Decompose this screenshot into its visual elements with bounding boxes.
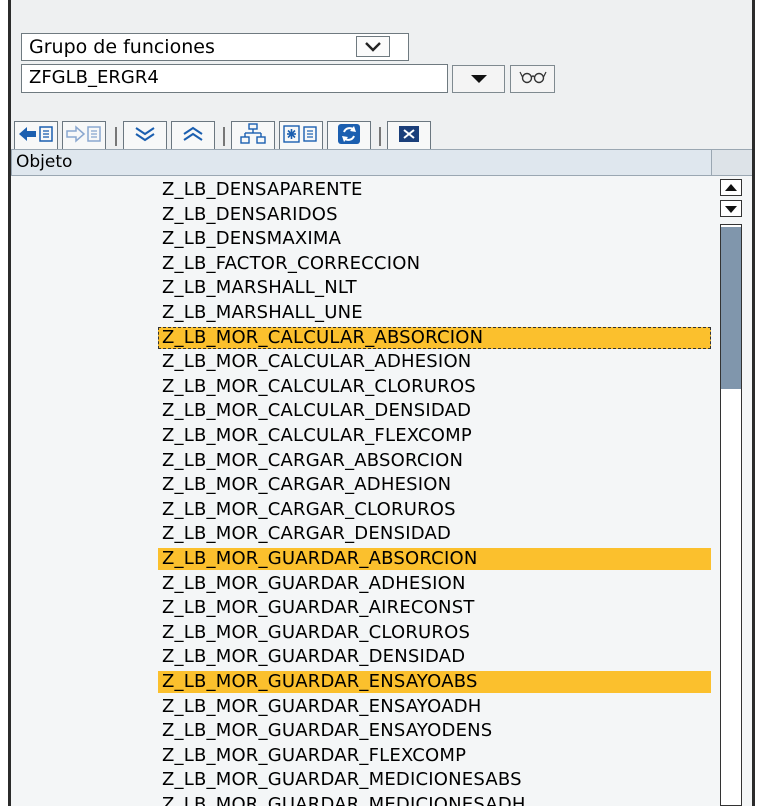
back-arrow-icon	[17, 123, 55, 149]
list-item[interactable]: Z_LB_MOR_CALCULAR_ABSORCION	[158, 326, 711, 349]
list-item[interactable]: Z_LB_FACTOR_CORRECCION	[158, 253, 420, 275]
navigator-toolbar	[14, 121, 749, 151]
scroll-thumb[interactable]	[721, 227, 741, 389]
list-item[interactable]: Z_LB_MARSHALL_NLT	[158, 277, 357, 299]
list-item[interactable]: Z_LB_MOR_GUARDAR_ENSAYOADH	[158, 696, 482, 718]
asterisk-icon	[282, 123, 320, 149]
toolbar-separator	[223, 127, 225, 146]
list-item[interactable]: Z_LB_DENSARIDOS	[158, 204, 338, 226]
list-item[interactable]: Z_LB_MOR_GUARDAR_ABSORCION	[158, 548, 711, 570]
object-type-value: Grupo de funciones	[29, 36, 215, 58]
list-item[interactable]: Z_LB_MOR_GUARDAR_DENSIDAD	[158, 646, 465, 668]
close-icon	[395, 123, 423, 149]
list-item[interactable]: Z_LB_MOR_GUARDAR_ADHESION	[158, 573, 466, 595]
toolbar-separator	[115, 127, 117, 146]
toolbar-separator	[379, 127, 381, 146]
scroll-up-icon	[724, 178, 738, 197]
forward-arrow-icon	[65, 123, 103, 149]
object-name-input[interactable]	[22, 65, 336, 90]
forward-button[interactable]	[62, 121, 106, 151]
scroll-track[interactable]	[720, 224, 742, 806]
double-chevron-up-icon	[179, 123, 207, 149]
back-button[interactable]	[14, 121, 58, 151]
list-item[interactable]: Z_LB_MOR_GUARDAR_FLEXCOMP	[158, 745, 466, 767]
list-item[interactable]: Z_LB_MOR_GUARDAR_CLORUROS	[158, 622, 470, 644]
list-item[interactable]: Z_LB_MOR_CARGAR_ADHESION	[158, 474, 451, 496]
display-object-button[interactable]	[510, 65, 555, 93]
list-item[interactable]: Z_LB_MOR_CALCULAR_DENSIDAD	[158, 400, 471, 422]
window-frame-right	[752, 0, 755, 806]
list-item[interactable]: Z_LB_MOR_GUARDAR_MEDICIONESABS	[158, 769, 522, 791]
list-item[interactable]: Z_LB_MARSHALL_UNE	[158, 302, 363, 324]
scroll-down-button[interactable]	[720, 200, 742, 217]
list-item[interactable]: Z_LB_MOR_CALCULAR_ADHESION	[158, 351, 471, 373]
triangle-down-icon	[469, 70, 489, 89]
hierarchy-icon	[239, 122, 267, 150]
refresh-button[interactable]	[327, 121, 371, 151]
hierarchy-button[interactable]	[231, 121, 275, 151]
list-item[interactable]: Z_LB_MOR_GUARDAR_ENSAYOABS	[158, 671, 711, 693]
list-item[interactable]: Z_LB_DENSAPARENTE	[158, 179, 363, 201]
glasses-icon	[518, 69, 547, 89]
chevron-down-icon[interactable]	[356, 36, 390, 57]
list-item[interactable]: Z_LB_MOR_CALCULAR_FLEXCOMP	[158, 425, 472, 447]
list-item[interactable]: Z_LB_MOR_CARGAR_DENSIDAD	[158, 523, 451, 545]
object-dropdown-button[interactable]	[452, 65, 505, 93]
double-chevron-down-icon	[131, 123, 159, 149]
collapse-all-button[interactable]	[171, 121, 215, 151]
list-item[interactable]: Z_LB_DENSMAXIMA	[158, 228, 341, 250]
list-header-filler	[712, 149, 752, 176]
scroll-down-icon	[724, 199, 738, 218]
list-column-header[interactable]: Objeto	[11, 149, 712, 176]
list-item[interactable]: Z_LB_MOR_GUARDAR_ENSAYODENS	[158, 720, 492, 742]
list-item[interactable]: Z_LB_MOR_GUARDAR_MEDICIONESADH	[158, 794, 526, 806]
list-item[interactable]: Z_LB_MOR_CARGAR_ABSORCION	[158, 450, 463, 472]
list-item[interactable]: Z_LB_MOR_CARGAR_CLORUROS	[158, 499, 456, 521]
list-item[interactable]: Z_LB_MOR_GUARDAR_AIRECONST	[158, 597, 475, 619]
refresh-icon	[335, 122, 363, 150]
favorites-button[interactable]	[279, 121, 323, 151]
close-button[interactable]	[387, 121, 431, 151]
expand-all-button[interactable]	[123, 121, 167, 151]
object-list: Z_LB_DENSAPARENTE Z_LB_DENSARIDOS Z_LB_DEN…	[11, 176, 714, 806]
object-type-dropdown[interactable]: Grupo de funciones	[21, 33, 409, 61]
scroll-up-button[interactable]	[720, 179, 742, 196]
vertical-scrollbar[interactable]	[714, 176, 752, 806]
object-name-field[interactable]	[21, 64, 448, 93]
list-item[interactable]: Z_LB_MOR_CALCULAR_CLORUROS	[158, 376, 476, 398]
